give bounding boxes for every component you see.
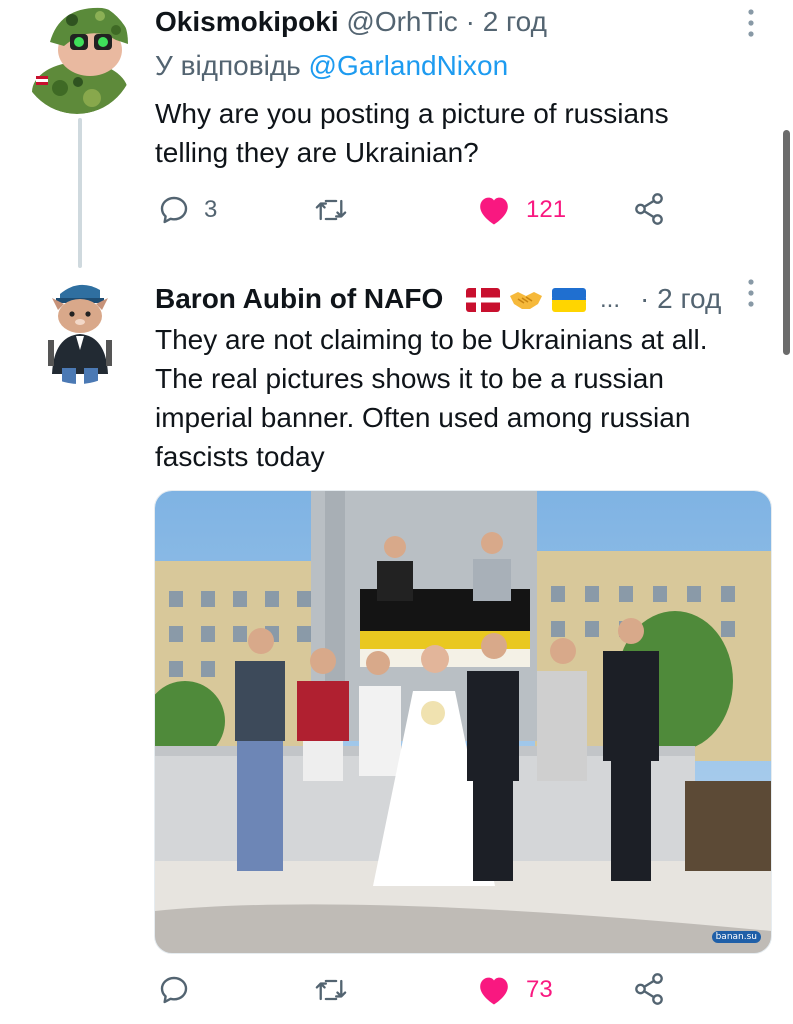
tweet2-text: They are not claiming to be Ukrainians a… (155, 320, 708, 476)
more-icon[interactable] (743, 278, 759, 308)
display-name[interactable]: Baron Aubin of NAFO (155, 283, 443, 314)
reply-count: 3 (204, 196, 218, 223)
timestamp[interactable]: 2 год (483, 6, 547, 37)
share-button[interactable] (633, 972, 665, 1006)
tweet-text-line: Why are you posting a picture of russian… (155, 98, 669, 129)
ukraine-flag-icon (552, 288, 586, 312)
reply-button[interactable]: 3 (158, 194, 217, 226)
like-button[interactable]: 73 (476, 974, 553, 1006)
reply-prefix: У відповідь (155, 50, 301, 81)
tweet1-text: Why are you posting a picture of russian… (155, 94, 669, 172)
tweet-text-line: telling they are Ukrainian? (155, 137, 479, 168)
timestamp[interactable]: 2 год (657, 283, 721, 314)
separator: · (465, 6, 475, 37)
like-count: 73 (526, 976, 553, 1003)
heart-icon (480, 977, 508, 1005)
denmark-flag-icon (466, 288, 500, 312)
avatar-okismokipoki[interactable] (20, 0, 134, 114)
separator: · (640, 283, 650, 314)
photo-watermark: banan.su (711, 931, 761, 943)
tweet-text-line: fascists today (155, 441, 325, 472)
share-button[interactable] (633, 192, 665, 226)
reply-button[interactable] (158, 974, 204, 1006)
display-name[interactable]: Okismokipoki (155, 6, 339, 37)
wedding-group-photo (155, 491, 771, 953)
handshake-icon (510, 292, 542, 309)
tweet-photo[interactable]: banan.su (154, 490, 772, 954)
thread-connector (78, 118, 82, 268)
tweet1-header: Okismokipoki @OrhTic · 2 год (155, 4, 547, 40)
tweet2-header: Baron Aubin of NAFO (155, 281, 443, 317)
heart-icon (480, 197, 508, 225)
retweet-icon (315, 199, 347, 221)
handle[interactable]: @OrhTic (346, 6, 457, 37)
scrollbar[interactable] (783, 130, 790, 355)
like-count: 121 (526, 196, 567, 223)
reply-icon (160, 976, 188, 1004)
tweet-text-line: imperial banner. Often used among russia… (155, 402, 691, 433)
tweet-text-line: They are not claiming to be Ukrainians a… (155, 324, 708, 355)
avatar-baron-aubin[interactable] (22, 270, 136, 384)
tweet-text-line: The real pictures shows it to be a russi… (155, 363, 664, 394)
share-icon (635, 973, 663, 1005)
reply-mention-link[interactable]: @GarlandNixon (309, 50, 509, 81)
reply-icon (160, 196, 188, 224)
more-icon[interactable] (743, 8, 759, 38)
retweet-button[interactable] (313, 974, 349, 1006)
share-icon (635, 193, 663, 225)
retweet-icon (315, 979, 347, 1001)
reply-context: У відповідь @GarlandNixon (155, 48, 508, 84)
name-ellipsis: ... (600, 286, 621, 313)
name-emoji-group: ... (466, 286, 620, 314)
like-button[interactable]: 121 (476, 194, 566, 226)
tweet-thread: Okismokipoki @OrhTic · 2 год У відповідь… (0, 0, 793, 1024)
retweet-button[interactable] (313, 194, 349, 226)
tweet2-time-group: · 2 год (640, 281, 721, 317)
